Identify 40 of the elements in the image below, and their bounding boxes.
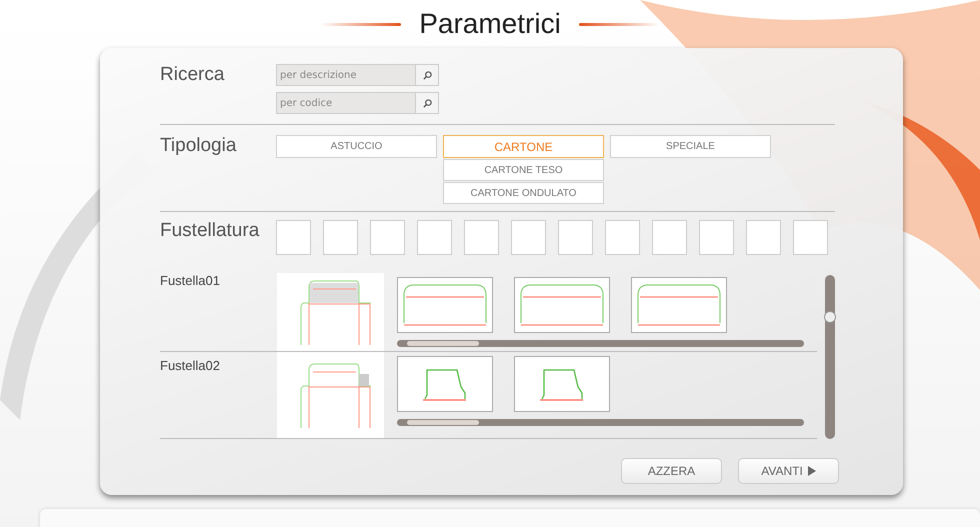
dropdown-option[interactable]: CARTONE ONDULATO bbox=[443, 182, 604, 204]
die-label: Fustella01 bbox=[160, 273, 221, 290]
die-thumbnail[interactable] bbox=[514, 356, 610, 412]
die-thumbnail[interactable] bbox=[631, 277, 727, 333]
search-button[interactable] bbox=[416, 92, 439, 114]
search-field[interactable]: per codice bbox=[276, 92, 416, 114]
type-tab[interactable]: ASTUCCIO bbox=[276, 135, 437, 158]
reset-button[interactable]: AZZERA bbox=[621, 458, 722, 484]
section-label: Fustellatura bbox=[160, 220, 260, 242]
empty-slot[interactable] bbox=[746, 220, 781, 255]
empty-slot[interactable] bbox=[605, 220, 640, 255]
die-label: Fustella02 bbox=[160, 357, 221, 375]
type-tab[interactable]: CARTONE bbox=[443, 135, 604, 158]
empty-slot[interactable] bbox=[370, 220, 405, 255]
empty-slot[interactable] bbox=[558, 220, 593, 255]
empty-slot[interactable] bbox=[699, 220, 734, 255]
horizontal-scrollbar[interactable] bbox=[397, 419, 804, 426]
type-tab[interactable]: SPECIALE bbox=[610, 135, 771, 158]
empty-slot[interactable] bbox=[464, 220, 499, 255]
page-title: Parametrici bbox=[419, 8, 561, 40]
empty-slot[interactable] bbox=[276, 220, 311, 255]
die-thumbnail[interactable] bbox=[514, 277, 610, 333]
search-button[interactable] bbox=[416, 64, 439, 86]
empty-slot[interactable] bbox=[323, 220, 358, 255]
vertical-scrollbar[interactable] bbox=[825, 275, 835, 439]
section-label: Ricerca bbox=[160, 64, 226, 86]
horizontal-scrollbar[interactable] bbox=[397, 340, 804, 347]
search-icon bbox=[422, 70, 432, 80]
search-field[interactable]: per descrizione bbox=[276, 64, 416, 86]
next-button[interactable]: AVANTI bbox=[738, 458, 839, 484]
die-thumbnail[interactable] bbox=[397, 277, 493, 333]
empty-slot[interactable] bbox=[652, 220, 687, 255]
empty-slot[interactable] bbox=[511, 220, 546, 255]
die-thumbnail[interactable] bbox=[397, 356, 493, 412]
play-icon bbox=[808, 466, 816, 476]
empty-slot[interactable] bbox=[417, 220, 452, 255]
dropdown-option[interactable]: CARTONE TESO bbox=[443, 159, 604, 181]
search-icon bbox=[422, 98, 432, 108]
empty-slot[interactable] bbox=[793, 220, 828, 255]
section-label: Tipologia bbox=[160, 135, 238, 157]
